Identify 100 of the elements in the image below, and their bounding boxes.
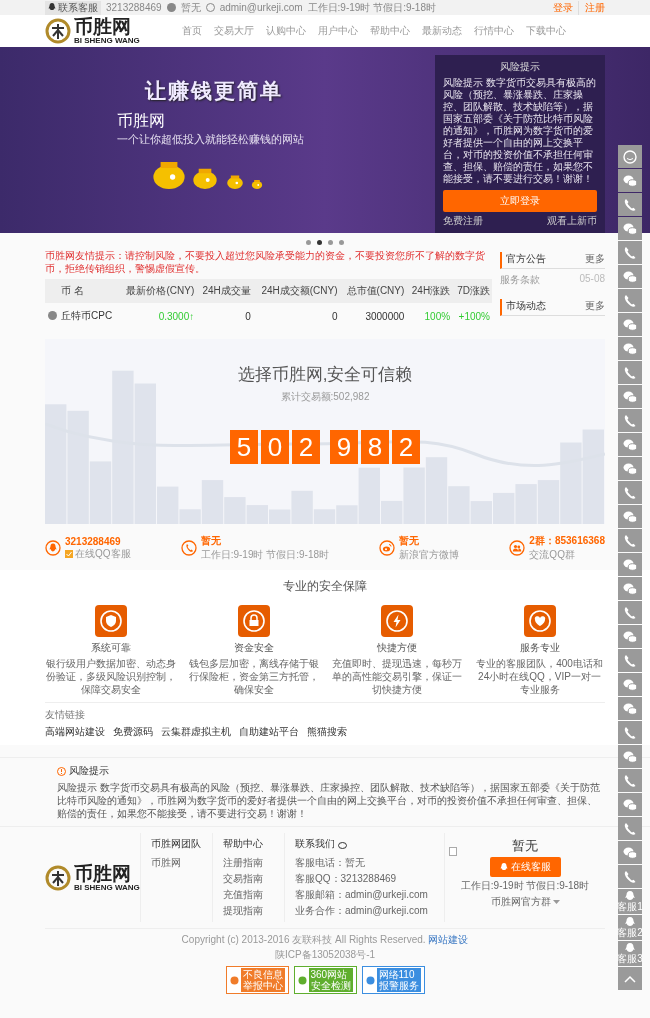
trust-badge[interactable]: 360网站 安全检测 (293, 966, 357, 994)
register-link[interactable]: 注册 (578, 0, 605, 15)
more-link[interactable]: 更多 (585, 252, 605, 266)
feature-text: 钱包多层加密，离线存储于银行保险柜，资金第三方托管，确保安全 (188, 657, 319, 696)
phone-button[interactable] (618, 601, 642, 624)
table-cell: 100% (406, 303, 453, 329)
login-button[interactable]: 立即登录 (443, 190, 597, 212)
footer-heading: 币胜网团队 (151, 837, 201, 851)
nav-link[interactable]: 最新动态 (422, 24, 462, 38)
contact-caption: 在线QQ客服 (75, 546, 131, 561)
trust-badge[interactable]: 网络110 报警服务 (361, 966, 425, 994)
phone-button[interactable] (618, 361, 642, 384)
slide-dot[interactable] (328, 240, 333, 245)
phone-button[interactable] (618, 193, 642, 216)
nav-link[interactable]: 用户中心 (318, 24, 358, 38)
phone-button[interactable] (618, 241, 642, 264)
wechat-button[interactable] (618, 697, 642, 720)
risk-heading: 风险提示 (69, 764, 109, 778)
contact-line: 业务合作：admin@urkeji.com (295, 904, 428, 918)
column-header: 币 名 (59, 279, 119, 303)
back-to-top-button[interactable] (618, 967, 642, 990)
wechat-button[interactable] (618, 625, 642, 648)
banner-link[interactable]: 观看上新币 (547, 214, 597, 228)
wechat-button[interactable] (618, 577, 642, 600)
banner-link[interactable]: 免费注册 (443, 214, 483, 228)
table-cell: 0 (252, 303, 340, 329)
risk-title: 风险提示 (500, 60, 540, 74)
nav-link[interactable]: 行情中心 (474, 24, 514, 38)
logo-name: 币胜网 (74, 17, 131, 36)
face-button[interactable] (618, 145, 642, 168)
friend-link[interactable]: 自助建站平台 (239, 725, 299, 739)
nav-link[interactable]: 下载中心 (526, 24, 566, 38)
wechat-button[interactable] (618, 337, 642, 360)
wechat-button[interactable] (618, 433, 642, 456)
wechat-button[interactable] (618, 673, 642, 696)
phone-button[interactable] (618, 409, 642, 432)
coin-icon (48, 310, 57, 320)
feature-title: 系统可靠 (90, 641, 131, 655)
counter-digit: 5 (230, 430, 258, 464)
feature-text: 专业的客服团队，400电话和24小时在线QQ，VIP一对一专业服务 (475, 657, 604, 696)
friend-link[interactable]: 高端网站建设 (45, 725, 105, 739)
agent-button[interactable]: 客服1 (618, 889, 642, 914)
wechat-button[interactable] (618, 505, 642, 528)
more-link[interactable]: 更多 (585, 299, 605, 313)
trust-badge[interactable]: 不良信息 举报中心 (225, 966, 289, 994)
section-title: 专业的安全保障 (282, 578, 368, 595)
wechat-button[interactable] (618, 793, 642, 816)
announcement-link[interactable]: 服务条款 (500, 273, 580, 287)
section-title: 市场动态 (506, 299, 547, 313)
service-phone: 暂无 (512, 837, 538, 855)
nav-link[interactable]: 交易大厅 (214, 24, 254, 38)
column-header: 24H成交量 (196, 279, 253, 303)
friend-link[interactable]: 免费源码 (113, 725, 153, 739)
phone-button[interactable] (618, 817, 642, 840)
footer-link[interactable]: 充值指南 (223, 888, 263, 902)
nav-link[interactable]: 首页 (182, 24, 202, 38)
group-dropdown[interactable]: 币胜网官方群 (490, 895, 551, 909)
agent-button[interactable]: 客服3 (618, 941, 642, 966)
wechat-button[interactable] (618, 169, 642, 192)
footer-link[interactable]: 币胜网 (151, 856, 181, 870)
feature-text: 银行级用户数据加密、动态身份验证，多级风险识别控制，保障交易安全 (45, 657, 176, 696)
wechat-button[interactable] (618, 265, 642, 288)
footer-link[interactable]: 注册指南 (223, 856, 263, 870)
login-link[interactable]: 登录 (553, 0, 573, 15)
feature-title: 快捷方便 (376, 641, 417, 655)
agent-button[interactable]: 客服2 (618, 915, 642, 940)
phone-button[interactable] (618, 769, 642, 792)
counter-digit: 8 (361, 430, 389, 464)
footer-link[interactable]: 交易指南 (223, 872, 263, 886)
phone-button[interactable] (618, 529, 642, 552)
nav-link[interactable]: 认购中心 (266, 24, 306, 38)
copyright-text: Copyright (c) 2013-2016 友联科技 All Rights Reserved. (181, 934, 426, 945)
counter-digit: 2 (292, 430, 320, 464)
phone-button[interactable] (618, 289, 642, 312)
wechat-button[interactable] (618, 385, 642, 408)
counter-digit: 0 (261, 430, 289, 464)
wechat-button[interactable] (618, 841, 642, 864)
phone-button[interactable] (618, 649, 642, 672)
nav-link[interactable]: 帮助中心 (370, 24, 410, 38)
slide-dot[interactable] (317, 240, 322, 245)
wechat-button[interactable] (618, 457, 642, 480)
friend-link[interactable]: 熊猫搜索 (307, 725, 347, 739)
counter-digit: 9 (330, 430, 358, 464)
slide-dot[interactable] (306, 240, 311, 245)
phone-text: 暂无 (180, 0, 201, 15)
online-service-button[interactable]: 在线客服 (489, 857, 561, 877)
contact-service-tag[interactable]: 联系客服 (45, 0, 101, 15)
wechat-button[interactable] (618, 553, 642, 576)
wechat-button[interactable] (618, 313, 642, 336)
slide-dot[interactable] (339, 240, 344, 245)
coin-name[interactable]: 丘特币CPC (59, 303, 119, 329)
phone-button[interactable] (618, 865, 642, 888)
footer-link[interactable]: 提现指南 (223, 904, 263, 918)
wechat-button[interactable] (618, 745, 642, 768)
friend-link[interactable]: 云集群虚拟主机 (161, 725, 231, 739)
phone-button[interactable] (618, 721, 642, 744)
wechat-button[interactable] (618, 217, 642, 240)
site-link[interactable]: 网站建设 (428, 934, 469, 945)
contact-caption: 工作日:9-19时 节假日:9-18时 (200, 548, 330, 562)
phone-button[interactable] (618, 481, 642, 504)
